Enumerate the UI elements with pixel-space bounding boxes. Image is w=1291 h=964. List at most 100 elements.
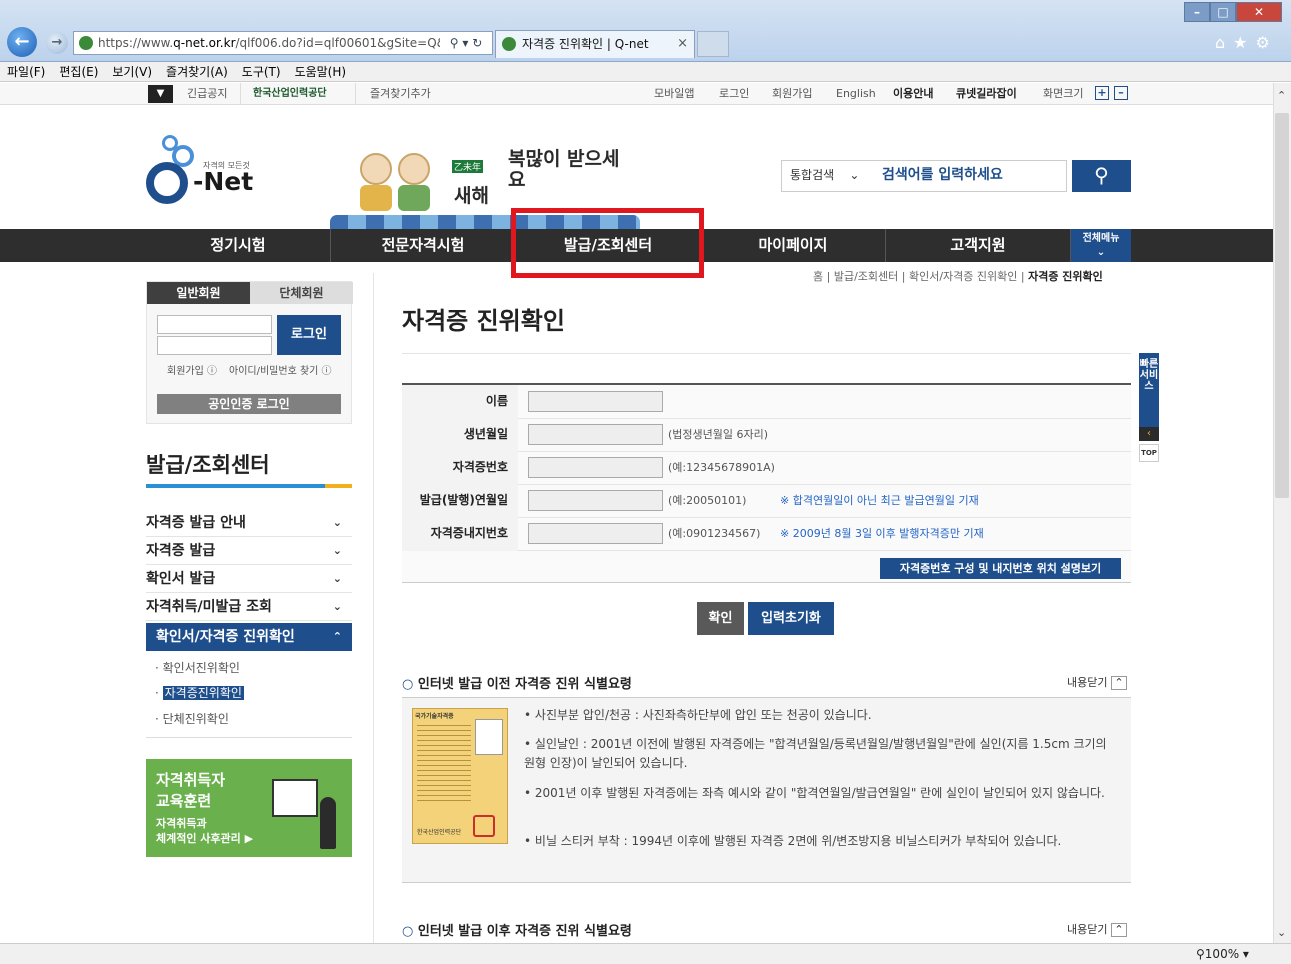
util-mobile-app[interactable]: 모바일앱 — [654, 83, 694, 104]
presenter-icon — [320, 797, 336, 849]
breadcrumb-verify[interactable]: 확인서/자격증 진위확인 — [909, 270, 1017, 283]
chevron-down-icon[interactable]: ▼ — [148, 85, 173, 103]
banner-text-2: 복많이 받으세요 — [508, 148, 620, 191]
card-text-lines — [417, 721, 471, 801]
tab-title: 자격증 진위확인 | Q-net — [522, 37, 649, 51]
sidebar-item-verify[interactable]: 확인서/자격증 진위확인 ⌃ — [146, 623, 352, 651]
sidebar-item-confirm-issue[interactable]: 확인서 발급 ⌄ — [146, 565, 352, 593]
chevron-left-icon[interactable]: ‹ — [1139, 427, 1159, 441]
address-controls[interactable]: ⚲ ▾ ↻ — [440, 34, 492, 52]
menu-favorites[interactable]: 즐겨찾기(A) — [159, 62, 235, 82]
section1-close-toggle[interactable]: 내용닫기 ⌃ — [1067, 674, 1127, 690]
all-menu-button[interactable]: 전체메뉴 ⌄ — [1071, 229, 1131, 262]
util-guide[interactable]: 이용안내 — [893, 83, 933, 104]
card-footer: 한국산업인력공단 — [417, 829, 462, 836]
login-button[interactable]: 로그인 — [277, 315, 341, 355]
menu-view[interactable]: 보기(V) — [105, 62, 159, 82]
license-number-input[interactable] — [528, 457, 663, 478]
menu-file[interactable]: 파일(F) — [0, 62, 52, 82]
util-login[interactable]: 로그인 — [719, 83, 749, 104]
add-favorite-link[interactable]: 즐겨찾기추가 — [370, 83, 431, 104]
search-box: 통합검색 ⌄ 검색어를 입력하세요 — [781, 160, 1067, 192]
inner-number-input[interactable] — [528, 523, 663, 544]
new-tab-button[interactable] — [697, 31, 729, 57]
maximize-button[interactable]: □ — [1210, 2, 1236, 22]
subitem-license-verify[interactable]: · 자격증진위확인 — [155, 684, 244, 701]
gear-icon[interactable]: ⚙ — [1256, 33, 1278, 52]
password-field[interactable] — [157, 336, 272, 355]
util-qnet-guide[interactable]: 큐넷길라잡이 — [956, 83, 1017, 104]
bullet-circle-icon: ○ — [402, 924, 418, 939]
url-path: /qlf006.do?id=qlf00601&gSite=Q&gIc — [235, 36, 464, 50]
chevron-up-icon: ⌃ — [1110, 923, 1127, 937]
section2-close-toggle[interactable]: 내용닫기 ⌃ — [1067, 921, 1127, 937]
label-inner-no: 자격증내지번호 — [402, 517, 518, 551]
quick-service-tab[interactable]: 빠른서비스 — [1139, 353, 1159, 427]
banner-line-4: 체계적인 사후관리 ▶ — [156, 832, 254, 845]
util-english[interactable]: English — [836, 83, 876, 104]
menu-tools[interactable]: 도구(T) — [235, 62, 288, 82]
back-button[interactable]: ← — [7, 27, 37, 57]
banner-text-1: 새해 — [454, 185, 489, 207]
gnb-professional-exam[interactable]: 전문자격시험 — [331, 229, 516, 262]
search-input[interactable]: 검색어를 입력하세요 — [882, 161, 1003, 189]
reset-button[interactable]: 입력초기화 — [748, 602, 834, 635]
close-window-button[interactable]: ✕ — [1236, 2, 1282, 22]
find-account-link[interactable]: 아이디/비밀번호 찾기 ⓘ — [229, 362, 332, 377]
tab-personal-member[interactable]: 일반회원 — [147, 282, 250, 304]
breadcrumb-issue-center[interactable]: 발급/조회센터 — [834, 270, 898, 283]
gnb-mypage[interactable]: 마이페이지 — [701, 229, 886, 262]
scroll-up-icon[interactable]: ⌃ — [1277, 89, 1286, 102]
search-scope-select[interactable]: 통합검색 ⌄ — [790, 161, 859, 189]
divider — [146, 737, 352, 738]
birth-input[interactable] — [528, 424, 663, 445]
training-banner[interactable]: 자격취득자 교육훈련 자격취득과 체계적인 사후관리 ▶ — [146, 759, 352, 857]
label-birth: 생년월일 — [402, 418, 518, 452]
subitem-label: 자격증진위확인 — [162, 686, 244, 700]
breadcrumb-home[interactable]: 홈 — [813, 270, 823, 283]
sidebar-item-label: 확인서 발급 — [146, 571, 216, 587]
card-photo — [475, 719, 503, 755]
gnb-support[interactable]: 고객지원 — [886, 229, 1071, 262]
explain-button[interactable]: 자격증번호 구성 및 내지번호 위치 설명보기 — [880, 558, 1121, 579]
confirm-button[interactable]: 확인 — [697, 602, 744, 635]
chevron-up-icon: ⌃ — [1110, 676, 1127, 690]
banner-line-3: 자격취득과 — [156, 817, 207, 830]
zoom-out-button[interactable]: – — [1114, 86, 1128, 100]
scroll-down-icon[interactable]: ⌄ — [1277, 926, 1286, 939]
search-button[interactable]: ⚲ — [1072, 160, 1131, 192]
sidebar-item-issue-guide[interactable]: 자격증 발급 안내 ⌄ — [146, 509, 352, 537]
browser-tab[interactable]: 자격증 진위확인 | Q-net × — [495, 30, 695, 58]
home-icon[interactable]: ⌂ — [1215, 33, 1233, 52]
section1-title: ○ 인터넷 발급 이전 자격증 진위 식별요령 — [402, 677, 632, 692]
org-logo-link[interactable]: 한국산업인력공단 — [240, 83, 356, 104]
cert-login-button[interactable]: 공인인증 로그인 — [157, 394, 341, 414]
issue-date-input[interactable] — [528, 490, 663, 511]
address-bar[interactable]: https://www.q-net.or.kr/qlf006.do?id=qlf… — [73, 31, 493, 55]
util-join[interactable]: 회원가입 — [772, 83, 812, 104]
sidebar-item-issue[interactable]: 자격증 발급 ⌄ — [146, 537, 352, 565]
notice-link[interactable]: 긴급공지 — [187, 83, 227, 104]
tab-close-icon[interactable]: × — [677, 31, 688, 57]
scrollbar-thumb[interactable] — [1275, 113, 1289, 498]
birth-hint: (법정생년월일 6자리) — [668, 428, 769, 441]
sidebar-item-label: 자격취득/미발급 조회 — [146, 599, 272, 615]
id-field[interactable] — [157, 315, 272, 334]
name-input[interactable] — [528, 391, 663, 412]
subitem-group-verify[interactable]: · 단체진위확인 — [155, 710, 229, 727]
minimize-button[interactable]: – — [1184, 2, 1210, 22]
gnb-regular-exam[interactable]: 정기시험 — [146, 229, 331, 262]
forward-button[interactable]: → — [46, 32, 68, 54]
web-page: ▼ 긴급공지 한국산업인력공단 즐겨찾기추가 모바일앱 로그인 회원가입 Eng… — [0, 83, 1273, 943]
subitem-confirmation-verify[interactable]: · 확인서진위확인 — [155, 659, 240, 676]
menu-help[interactable]: 도움말(H) — [288, 62, 354, 82]
zoom-level[interactable]: ⚲100% ▾ — [1196, 947, 1249, 961]
toolbar-icons[interactable]: ⌂★⚙ — [1215, 33, 1278, 52]
tab-group-member[interactable]: 단체회원 — [250, 282, 353, 304]
zoom-in-button[interactable]: + — [1095, 86, 1109, 100]
menu-edit[interactable]: 편집(E) — [52, 62, 105, 82]
sidebar-item-acquisition[interactable]: 자격취득/미발급 조회 ⌄ — [146, 593, 352, 621]
top-button[interactable]: TOP — [1139, 444, 1159, 462]
join-link[interactable]: 회원가입 ⓘ — [167, 362, 217, 377]
favorites-star-icon[interactable]: ★ — [1233, 33, 1255, 52]
